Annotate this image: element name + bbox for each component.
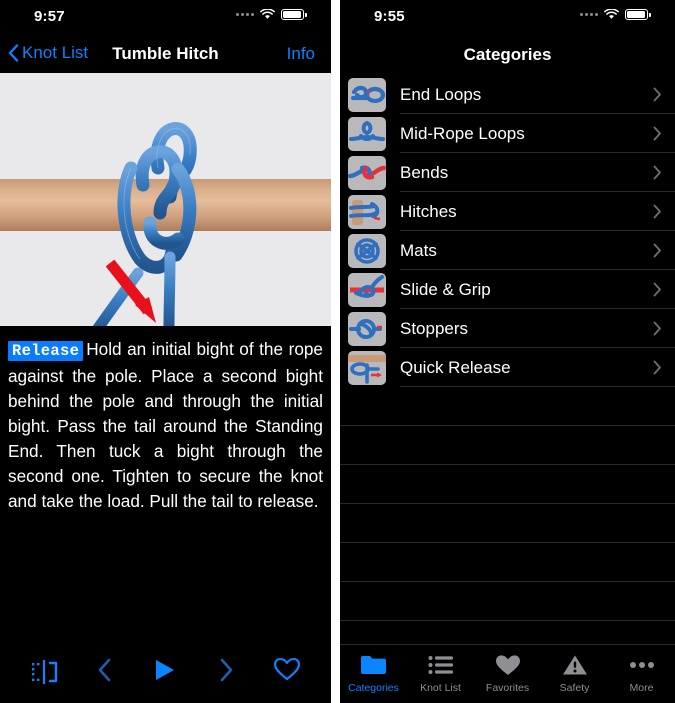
end-loops-thumbnail: [348, 77, 386, 112]
empty-list-row: [340, 465, 675, 504]
favorite-button[interactable]: [264, 652, 310, 692]
tab-safety[interactable]: Safety: [541, 651, 608, 703]
status-bar-right: 9:55: [340, 0, 675, 34]
list-item[interactable]: Slide & Grip: [340, 270, 675, 309]
list-bullet-icon: [428, 651, 454, 679]
chevron-right-icon: [653, 126, 662, 141]
hitches-thumbnail: [348, 194, 386, 229]
chevron-right-icon: [653, 360, 662, 375]
list-item[interactable]: Stoppers: [340, 309, 675, 348]
mirror-flip-button[interactable]: [21, 652, 67, 692]
list-item[interactable]: Mats: [340, 231, 675, 270]
empty-list-row: [340, 582, 675, 621]
mats-thumbnail: [348, 233, 386, 268]
empty-list-row: [340, 387, 675, 426]
navigation-bar: Categories: [340, 34, 675, 75]
chevron-right-icon: [653, 87, 662, 102]
description-text: Hold an initial bight of the rope agains…: [8, 339, 323, 511]
chevron-right-icon: [219, 658, 234, 687]
screen-divider: [331, 0, 340, 703]
status-time: 9:55: [374, 8, 405, 25]
list-item[interactable]: End Loops: [340, 75, 675, 114]
status-indicators: [236, 9, 307, 20]
folder-icon: [360, 651, 387, 679]
warning-triangle-icon: [562, 651, 588, 679]
list-item-label: Bends: [400, 162, 449, 182]
signal-dots-icon: [580, 13, 598, 16]
tab-knot-list[interactable]: Knot List: [407, 651, 474, 703]
bends-thumbnail: [348, 155, 386, 190]
knot-detail-screen: 9:57 Knot List Tumble Hitch Info Release…: [0, 0, 331, 703]
list-item-label: End Loops: [400, 84, 482, 104]
previous-step-button[interactable]: [82, 652, 128, 692]
slide-grip-thumbnail: [348, 272, 386, 307]
signal-dots-icon: [236, 13, 254, 16]
tab-more[interactable]: More: [608, 651, 675, 703]
mid-rope-loops-thumbnail: [348, 116, 386, 151]
list-item[interactable]: Mid-Rope Loops: [340, 114, 675, 153]
next-step-button[interactable]: [203, 652, 249, 692]
tab-label: Favorites: [485, 682, 530, 694]
wifi-icon: [260, 9, 275, 20]
chevron-right-icon: [653, 204, 662, 219]
info-button[interactable]: Info: [287, 44, 315, 64]
status-time: 9:57: [34, 8, 65, 25]
list-item[interactable]: Quick Release: [340, 348, 675, 387]
tab-bar: Categories Knot List Favorites Safety Mo…: [340, 644, 675, 703]
categories-list: End Loops Mid-Rope Loops Bends Hitches M…: [340, 75, 675, 621]
dual-screenshot-container: 9:57 Knot List Tumble Hitch Info Release…: [0, 0, 675, 703]
tab-label: More: [629, 682, 654, 694]
page-title: Categories: [463, 45, 552, 64]
play-button[interactable]: [142, 652, 188, 692]
ellipsis-icon: [629, 651, 655, 679]
list-item-label: Slide & Grip: [400, 279, 491, 299]
stoppers-thumbnail: [348, 311, 386, 346]
list-item-label: Quick Release: [400, 357, 511, 377]
play-triangle-icon: [154, 658, 176, 687]
heart-filled-icon: [495, 651, 521, 679]
knot-description: Release Hold an initial bight of the rope…: [0, 326, 331, 514]
battery-full-icon: [281, 9, 307, 20]
tab-categories[interactable]: Categories: [340, 651, 407, 703]
categories-screen: 9:55 Categories End Loops Mid-Rope Loops…: [340, 0, 675, 703]
status-indicators: [580, 9, 651, 20]
tab-favorites[interactable]: Favorites: [474, 651, 541, 703]
empty-list-row: [340, 543, 675, 582]
list-item[interactable]: Hitches: [340, 192, 675, 231]
battery-full-icon: [625, 9, 651, 20]
chevron-left-icon: [97, 658, 112, 687]
status-bar-left: 9:57: [0, 0, 331, 34]
tab-label: Knot List: [420, 682, 461, 694]
heart-outline-icon: [273, 657, 301, 687]
list-item-label: Mid-Rope Loops: [400, 123, 525, 143]
page-title: Tumble Hitch: [112, 44, 219, 63]
wifi-icon: [604, 9, 619, 20]
navigation-bar: Knot List Tumble Hitch Info: [0, 34, 331, 73]
chevron-right-icon: [653, 321, 662, 336]
release-badge: Release: [8, 341, 84, 361]
list-item-label: Mats: [400, 240, 437, 260]
empty-list-row: [340, 504, 675, 543]
knot-photo[interactable]: [0, 73, 331, 326]
empty-list-row: [340, 426, 675, 465]
chevron-right-icon: [653, 165, 662, 180]
list-item[interactable]: Bends: [340, 153, 675, 192]
chevron-right-icon: [653, 282, 662, 297]
quick-release-thumbnail: [348, 350, 386, 385]
tab-label: Safety: [559, 682, 590, 694]
chevron-right-icon: [653, 243, 662, 258]
list-item-label: Hitches: [400, 201, 457, 221]
tab-label: Categories: [348, 682, 399, 694]
knot-illustration: [92, 122, 197, 326]
list-item-label: Stoppers: [400, 318, 469, 338]
knot-toolbar: [0, 641, 331, 703]
